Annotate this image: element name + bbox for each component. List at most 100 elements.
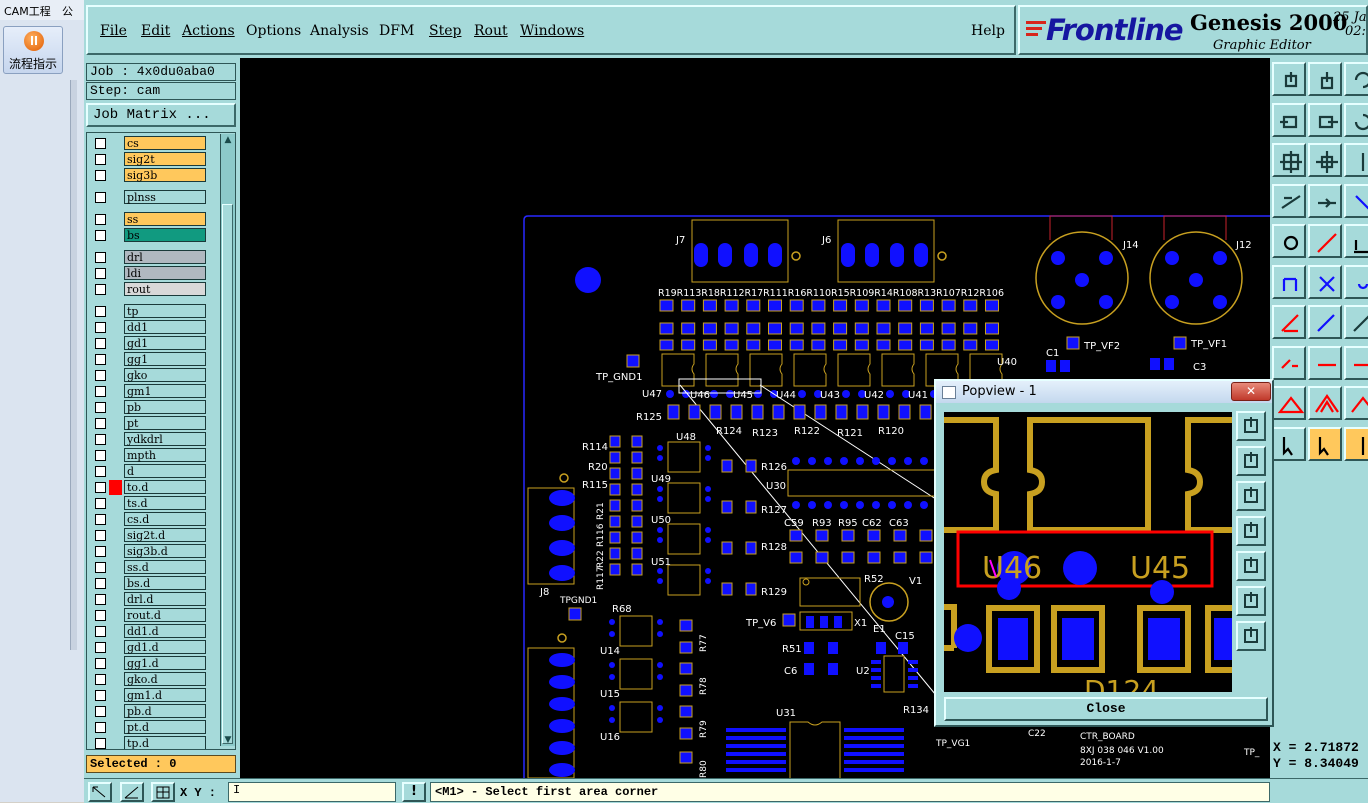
layer-work-indicator[interactable] (109, 416, 122, 431)
layer-row[interactable]: pb (89, 400, 207, 415)
layer-checkbox[interactable] (95, 658, 106, 669)
layer-checkbox[interactable] (95, 322, 106, 333)
layer-name[interactable]: drl (124, 250, 206, 264)
triangle-a-tool-button[interactable] (1272, 386, 1306, 420)
line-red-tool-button[interactable] (1308, 345, 1342, 380)
pad-add-tool-button[interactable] (1272, 345, 1306, 380)
layer-name[interactable]: plnss (124, 190, 206, 204)
move-left-tool-button[interactable] (1272, 102, 1306, 137)
layer-work-indicator[interactable] (109, 228, 122, 243)
layer-work-indicator[interactable] (109, 720, 122, 735)
layer-row[interactable]: gd1.d (89, 640, 207, 655)
layer-checkbox[interactable] (95, 722, 106, 733)
layer-name[interactable]: pt (124, 416, 206, 430)
layer-work-indicator[interactable] (109, 608, 122, 623)
layer-checkbox[interactable] (95, 530, 106, 541)
rotate-tool-button[interactable] (1344, 62, 1368, 96)
menu-rout[interactable]: Rout (474, 23, 508, 39)
menu-help[interactable]: Help (971, 23, 1005, 39)
fit-view-tool-button[interactable] (1272, 143, 1306, 177)
layer-row[interactable]: bs (89, 228, 207, 243)
popview-close-icon[interactable]: ✕ (1231, 382, 1271, 401)
layer-name[interactable]: ydkdrl (124, 432, 206, 446)
layer-name[interactable]: sig3b (124, 168, 206, 182)
layer-row[interactable]: pb.d (89, 704, 207, 719)
layer-name[interactable]: pt.d (124, 720, 206, 734)
layer-checkbox[interactable] (95, 674, 106, 685)
layer-checkbox[interactable] (95, 138, 106, 149)
layer-name[interactable]: gd1.d (124, 640, 206, 654)
node-tool-button[interactable] (1272, 264, 1306, 299)
layer-checkbox[interactable] (95, 214, 106, 225)
layer-name[interactable]: pb (124, 400, 206, 414)
menu-edit[interactable]: Edit (141, 23, 170, 39)
layer-name[interactable]: ss (124, 212, 206, 226)
layer-name[interactable]: gm1.d (124, 688, 206, 702)
layer-row[interactable]: rout (89, 282, 207, 297)
layer-work-indicator[interactable] (109, 136, 122, 151)
layer-checkbox[interactable] (95, 578, 106, 589)
layer-work-indicator[interactable] (109, 704, 122, 719)
layer-name[interactable]: bs.d (124, 576, 206, 590)
edit-tool-tool-button[interactable] (1272, 183, 1306, 218)
layer-row[interactable]: sig2t.d (89, 528, 207, 543)
popview-center-button[interactable] (1236, 621, 1266, 651)
arc-red-tool-button[interactable] (1272, 305, 1306, 339)
layer-row[interactable]: plnss (89, 190, 207, 205)
menu-step[interactable]: Step (429, 23, 461, 39)
layer-name[interactable]: ts.d (124, 496, 206, 510)
layer-work-indicator[interactable] (109, 400, 122, 415)
triangle-b-tool-button[interactable] (1308, 386, 1342, 420)
layer-row[interactable]: cs.d (89, 512, 207, 527)
layer-name[interactable]: bs (124, 228, 206, 242)
line-draw-tool-button[interactable] (1308, 224, 1342, 258)
layer-name[interactable]: dd1 (124, 320, 206, 334)
layer-row[interactable]: dd1.d (89, 624, 207, 639)
popview-move-right-button[interactable] (1236, 551, 1266, 581)
layer-row[interactable]: ss (89, 212, 207, 227)
popview-close-button[interactable]: Close (944, 697, 1268, 721)
layer-checkbox[interactable] (95, 706, 106, 717)
layer-name[interactable]: sig2t (124, 152, 206, 166)
menu-actions[interactable]: Actions (182, 23, 235, 39)
layer-checkbox[interactable] (95, 642, 106, 653)
layer-checkbox[interactable] (95, 466, 106, 477)
layer-checkbox[interactable] (95, 386, 106, 397)
layer-row[interactable]: tp.d (89, 736, 207, 749)
layer-work-indicator[interactable] (109, 496, 122, 511)
layer-work-indicator[interactable] (109, 464, 122, 479)
layer-name[interactable]: sig3b.d (124, 544, 206, 558)
xy-input[interactable]: I (228, 782, 396, 802)
line-gray-tool-button[interactable] (1344, 305, 1368, 339)
pointer-tool-button[interactable] (1272, 426, 1306, 461)
layer-work-indicator[interactable] (109, 592, 122, 607)
layer-work-indicator[interactable] (109, 624, 122, 639)
layer-row[interactable]: gd1 (89, 336, 207, 351)
line-blue-tool-button[interactable] (1308, 305, 1342, 339)
layer-name[interactable]: rout.d (124, 608, 206, 622)
layer-checkbox[interactable] (95, 252, 106, 263)
layer-name[interactable]: dd1.d (124, 624, 206, 638)
move-down-tool-button[interactable] (1308, 62, 1342, 96)
grid-button[interactable] (151, 782, 175, 802)
layer-name[interactable]: sig2t.d (124, 528, 206, 542)
layer-name[interactable]: pb.d (124, 704, 206, 718)
layer-work-indicator[interactable] (109, 448, 122, 463)
layer-row[interactable]: tp (89, 304, 207, 319)
layer-checkbox[interactable] (95, 738, 106, 749)
popview-zoom-in-button[interactable] (1236, 411, 1266, 441)
layer-checkbox[interactable] (95, 170, 106, 181)
host-splitter[interactable] (70, 80, 77, 650)
layer-checkbox[interactable] (95, 154, 106, 165)
flow-guide-button[interactable]: 流程指示 (3, 26, 63, 74)
layer-checkbox[interactable] (95, 268, 106, 279)
layer-work-indicator[interactable] (109, 212, 122, 227)
layer-work-indicator[interactable] (109, 320, 122, 335)
layer-row[interactable]: drl (89, 250, 207, 265)
layer-work-indicator[interactable] (109, 304, 122, 319)
layer-checkbox[interactable] (95, 610, 106, 621)
scroll-down-arrow-icon[interactable]: ▼ (222, 734, 234, 746)
layer-work-indicator[interactable] (109, 282, 122, 297)
popview-fit-button[interactable] (1236, 586, 1266, 616)
layer-row[interactable]: cs (89, 136, 207, 151)
